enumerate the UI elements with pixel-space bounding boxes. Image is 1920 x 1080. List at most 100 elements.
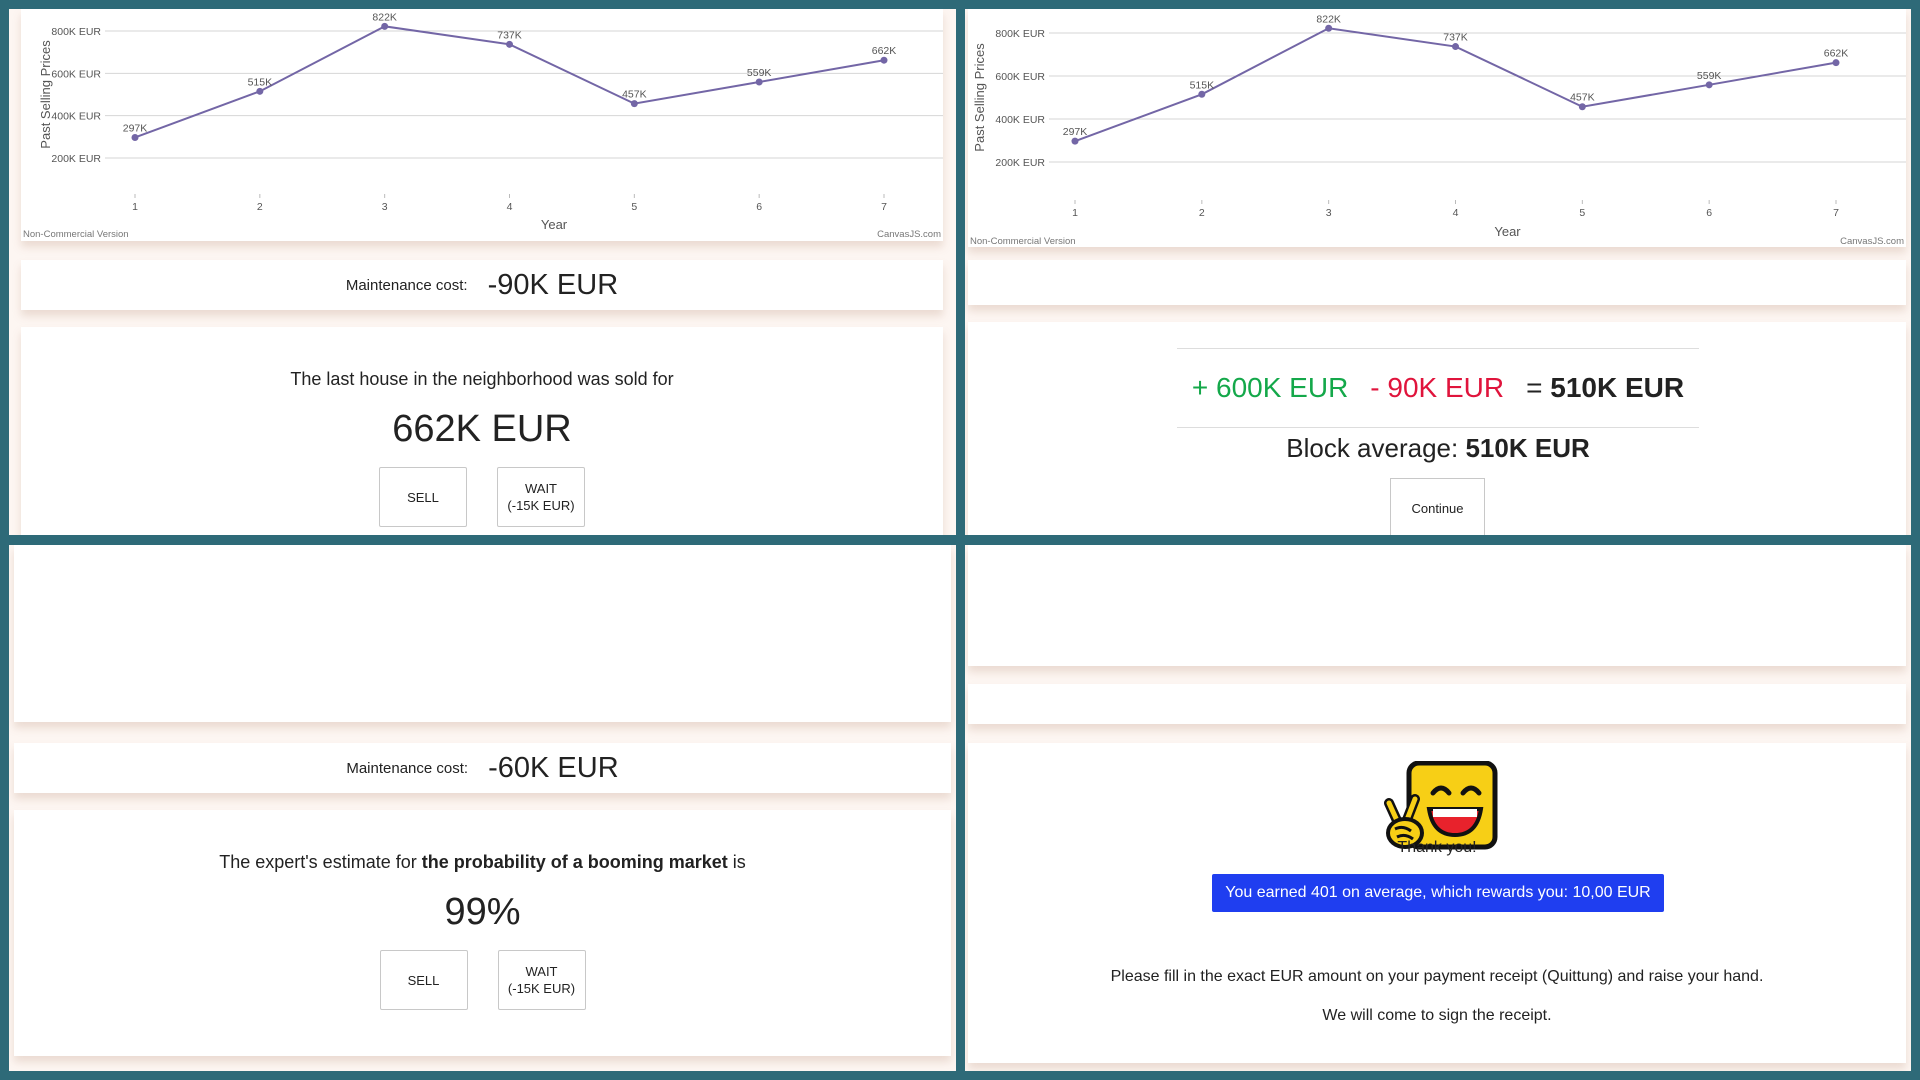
maintenance-label: Maintenance cost: [346, 759, 469, 777]
sell-button[interactable]: SELL [379, 467, 467, 527]
payment-instruction: Please fill in the exact EUR amount on y… [1110, 968, 1764, 985]
outcome-equation: + 600K EUR - 90K EUR = 510K EUR [1177, 348, 1699, 428]
x-tick-label: 7 [881, 201, 887, 213]
reward-banner: You earned 401 on average, which rewards… [1212, 874, 1664, 912]
y-axis-title: Past Selling Prices [38, 40, 53, 149]
price-history-chart: 200K EUR 400K EUR 600K EUR 800K EUR Past Sel… [23, 11, 943, 240]
x-tick-label: 5 [631, 201, 637, 213]
wait-button[interactable]: WAIT (-15K EUR) [497, 950, 586, 1010]
decision-prompt: The last house in the neighborhood was s… [290, 369, 674, 389]
y-tick-label: 200K EUR [995, 157, 1045, 169]
data-label: 297K [123, 122, 148, 134]
sell-button-label: SELL [407, 972, 440, 988]
data-label: 515K [248, 76, 273, 88]
block-average-label: Block average: [1286, 433, 1459, 463]
data-point [755, 78, 763, 86]
probability-value: 99% [444, 891, 521, 933]
data-label: 662K [1824, 48, 1849, 60]
decision-buttons: SELL WAIT (-15K EUR) [21, 467, 943, 527]
y-axis-title: Past Selling Prices [972, 43, 987, 152]
panel-outcome: 200K EUR 400K EUR 600K EUR 800K EUR Past Sel… [965, 9, 1911, 535]
watermark-left: Non-Commercial Version [970, 236, 1076, 247]
maintenance-card-empty [968, 260, 1906, 305]
data-point [1578, 103, 1586, 111]
decision-card: The expert's estimate for the probabilit… [14, 810, 951, 1056]
expert-prompt-pre: The expert's estimate for [219, 852, 417, 872]
x-tick-label: 7 [1833, 207, 1839, 219]
panel-sell-decision-expert: Maintenance cost: -60K EUR The expert's … [9, 545, 956, 1071]
data-label: 515K [1190, 79, 1215, 91]
sign-instruction: We will come to sign the receipt. [1322, 1007, 1552, 1024]
decision-buttons: SELL WAIT (-15K EUR) [14, 950, 951, 1010]
expert-prompt-bold: the probability of a booming market [421, 852, 728, 872]
watermark-right: CanvasJS.com [877, 229, 941, 240]
net-result: = 510K EUR [1526, 372, 1684, 404]
maintenance-card: Maintenance cost: -60K EUR [14, 743, 951, 793]
data-label: 822K [372, 11, 397, 23]
data-label: 457K [1570, 92, 1595, 104]
watermark-right: CanvasJS.com [1840, 236, 1904, 247]
wait-button-cost: (-15K EUR) [507, 981, 576, 996]
maintenance-label: Maintenance cost: [345, 276, 468, 294]
data-label: 559K [747, 67, 772, 79]
data-point [256, 87, 264, 95]
net-result-value: 510K EUR [1550, 372, 1685, 403]
data-point [1325, 24, 1333, 32]
data-label: 737K [1443, 32, 1468, 44]
expert-prompt-post: is [732, 852, 746, 872]
x-tick-label: 6 [756, 201, 762, 213]
equals-sign: = [1526, 372, 1543, 403]
chart-placeholder-card [968, 545, 1906, 666]
wait-button-cost: (-15K EUR) [507, 498, 575, 513]
x-tick-label: 1 [1072, 207, 1078, 219]
x-tick-label: 3 [382, 201, 388, 213]
last-sale-value: 662K EUR [392, 408, 572, 450]
wait-button-label: WAIT [525, 964, 558, 979]
maintenance-value: -90K EUR [487, 268, 619, 301]
maintenance-value: -60K EUR [488, 751, 619, 784]
data-point [131, 133, 139, 141]
maintenance-card-empty [968, 684, 1906, 724]
x-tick-label: 6 [1706, 207, 1712, 219]
data-label: 737K [497, 29, 522, 41]
data-point [1071, 137, 1079, 145]
maintenance-card: Maintenance cost: -90K EUR [21, 260, 943, 310]
chart-placeholder-card [14, 545, 951, 722]
data-point [1832, 59, 1840, 67]
thank-you-text: Thank you! [1397, 839, 1477, 856]
x-tick-label: 4 [507, 201, 513, 213]
data-point [1452, 43, 1459, 51]
y-tick-label: 600K EUR [51, 68, 101, 80]
sell-button[interactable]: SELL [379, 950, 468, 1010]
data-point [1705, 81, 1713, 89]
x-tick-label: 5 [1579, 207, 1585, 219]
block-average-value: 510K EUR [1465, 433, 1590, 463]
x-axis-title: Year [541, 217, 568, 232]
panel-sell-decision-house: 200K EUR 400K EUR 600K EUR 800K EUR Past Sel… [9, 9, 956, 535]
wait-button-label: WAIT [524, 481, 557, 496]
cost-value: - 90K EUR [1370, 372, 1505, 403]
data-point [506, 40, 513, 48]
y-tick-label: 600K EUR [995, 71, 1045, 83]
data-point [1198, 90, 1206, 98]
data-label: 297K [1063, 126, 1088, 138]
x-tick-label: 2 [257, 201, 263, 213]
gain-value: + 600K EUR [1191, 372, 1349, 403]
continue-button[interactable]: Continue [1390, 478, 1485, 535]
data-label: 457K [622, 89, 647, 101]
data-label: 662K [872, 45, 897, 57]
decision-card: The last house in the neighborhood was s… [21, 327, 943, 535]
sell-button-label: SELL [407, 489, 439, 505]
price-chart-card: 200K EUR 400K EUR 600K EUR 800K EUR Past Sel… [21, 9, 943, 241]
thank-you-card: Thank you! You earned 401 on average, wh… [968, 743, 1906, 1063]
y-tick-label: 200K EUR [51, 153, 101, 165]
y-tick-label: 400K EUR [995, 114, 1045, 126]
price-chart-card: 200K EUR 400K EUR 600K EUR 800K EUR Past Sel… [968, 9, 1906, 247]
y-tick-label: 800K EUR [51, 26, 101, 38]
data-point [381, 22, 389, 30]
x-axis-title: Year [1494, 224, 1521, 239]
panel-thank-you: Thank you! You earned 401 on average, wh… [965, 545, 1911, 1071]
wait-button[interactable]: WAIT (-15K EUR) [497, 467, 585, 527]
x-tick-label: 3 [1326, 207, 1332, 219]
x-tick-label: 1 [132, 201, 138, 213]
